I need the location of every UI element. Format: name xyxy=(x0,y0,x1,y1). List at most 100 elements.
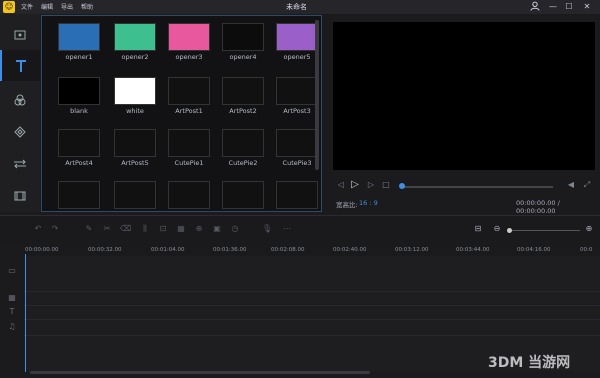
audio-track[interactable] xyxy=(24,320,600,336)
library-scrollbar[interactable] xyxy=(315,20,319,170)
library-tile[interactable]: CutePie3 xyxy=(274,129,320,177)
tile-name: white xyxy=(126,107,144,115)
tile-thumbnail xyxy=(276,181,318,209)
library-tile[interactable]: opener2 xyxy=(112,23,158,71)
tile-name: ArtPost1 xyxy=(175,107,203,115)
edit-icon[interactable]: ✎ xyxy=(84,224,94,234)
timecode-display: 00:00:00.00 / 00:00:00.00 xyxy=(516,199,560,215)
library-tile[interactable] xyxy=(220,181,266,211)
tile-thumbnail xyxy=(58,77,100,105)
stop-icon[interactable]: □ xyxy=(381,180,391,190)
duration-icon[interactable]: ◷ xyxy=(230,224,240,234)
timeline-horizontal-scrollbar[interactable] xyxy=(30,371,370,374)
seek-handle[interactable] xyxy=(399,183,405,189)
menu-help[interactable]: 帮助 xyxy=(81,2,93,11)
maximize-button[interactable]: ☐ xyxy=(563,1,575,13)
ruler-tick-label: 00:02:40.00 xyxy=(333,247,367,253)
tile-name: ArtPost2 xyxy=(229,107,257,115)
volume-icon[interactable]: ◀ xyxy=(566,180,576,190)
ruler-tick-label: 00:02:08.00 xyxy=(271,247,305,253)
overlay-track[interactable] xyxy=(24,292,600,306)
voiceover-icon[interactable]: 🎙 xyxy=(262,224,272,234)
tile-name: CutePie1 xyxy=(174,159,204,167)
filters-tab-icon[interactable] xyxy=(0,84,40,115)
zoom-out-icon[interactable]: ⊖ xyxy=(492,224,502,234)
text-library-panel: opener1 opener2 opener3 opener4 opener5 blank… xyxy=(41,15,322,212)
ruler-tick-label: 00:03:44.00 xyxy=(456,247,490,253)
overlay-track-icon: ▦ xyxy=(8,293,16,302)
ruler-tick-label: 00:04:16.00 xyxy=(517,247,551,253)
video-track[interactable] xyxy=(24,256,600,292)
fit-timeline-icon[interactable]: ⊟ xyxy=(473,224,483,234)
library-tile[interactable] xyxy=(274,181,320,211)
user-icon[interactable] xyxy=(529,1,541,13)
ruler-tick-label: 00:01:04.00 xyxy=(151,247,185,253)
library-tile[interactable]: ArtPost2 xyxy=(220,77,266,125)
tile-thumbnail xyxy=(276,77,318,105)
next-frame-icon[interactable]: ▷ xyxy=(366,180,376,190)
watermark-logo: 3DM 当游网 xyxy=(488,355,571,371)
elements-tab-icon[interactable] xyxy=(0,180,40,211)
mosaic-icon[interactable]: ▦ xyxy=(176,224,186,234)
tile-thumbnail xyxy=(114,23,156,51)
zoom-in-icon[interactable]: ⊕ xyxy=(584,224,594,234)
ruler-tick-label: 00:00:00.00 xyxy=(25,247,59,253)
split-icon[interactable]: ⫼ xyxy=(140,224,150,234)
freeze-icon[interactable]: ▣ xyxy=(212,224,222,234)
delete-icon[interactable]: ⌫ xyxy=(120,224,131,234)
tile-thumbnail xyxy=(58,23,100,51)
seek-bar[interactable] xyxy=(401,186,553,188)
tile-name: blank xyxy=(70,107,88,115)
menu-file[interactable]: 文件 xyxy=(21,2,33,11)
library-tile[interactable]: CutePie2 xyxy=(220,129,266,177)
ruler-tick-label: 00:0 xyxy=(580,247,593,253)
redo-icon[interactable]: ↷ xyxy=(50,224,60,234)
library-tile[interactable]: ArtPost1 xyxy=(166,77,212,125)
menu-export[interactable]: 导出 xyxy=(61,2,73,11)
more-icon[interactable]: ⋯ xyxy=(282,224,292,234)
tile-thumbnail xyxy=(114,77,156,105)
zoom-clip-icon[interactable]: ⊕ xyxy=(194,224,204,234)
library-tile[interactable]: ArtPost5 xyxy=(112,129,158,177)
minimize-button[interactable]: — xyxy=(547,1,559,13)
library-tile[interactable]: opener4 xyxy=(220,23,266,71)
menu-edit[interactable]: 编辑 xyxy=(41,2,53,11)
aspect-ratio-value[interactable]: 16 : 9 xyxy=(359,199,378,207)
overlays-tab-icon[interactable] xyxy=(0,116,40,147)
tile-name: CutePie3 xyxy=(282,159,312,167)
tile-thumbnail xyxy=(114,129,156,157)
library-tile[interactable]: white xyxy=(112,77,158,125)
tile-thumbnail xyxy=(168,129,210,157)
undo-icon[interactable]: ↶ xyxy=(33,224,43,234)
media-tab-icon[interactable] xyxy=(0,19,40,50)
library-tile[interactable]: opener5 xyxy=(274,23,320,71)
zoom-slider-handle[interactable] xyxy=(507,228,512,233)
play-icon[interactable]: ▷ xyxy=(350,180,360,190)
playhead[interactable] xyxy=(25,254,26,372)
tile-name: ArtPost5 xyxy=(121,159,149,167)
zoom-slider[interactable] xyxy=(508,230,580,231)
tile-thumbnail xyxy=(58,129,100,157)
aspect-ratio-label: 宽高比: xyxy=(336,201,358,209)
crop-icon[interactable]: ⊡ xyxy=(158,224,168,234)
library-tile[interactable]: ArtPost3 xyxy=(274,77,320,125)
ruler-tick-label: 00:00:32.00 xyxy=(88,247,122,253)
video-track-icon: ▭ xyxy=(8,266,16,275)
transitions-tab-icon[interactable] xyxy=(0,148,40,179)
tile-thumbnail xyxy=(276,23,318,51)
tile-name: opener5 xyxy=(283,53,311,61)
cut-icon[interactable]: ✂ xyxy=(102,224,112,234)
library-tile[interactable] xyxy=(166,181,212,211)
library-tile[interactable] xyxy=(112,181,158,211)
library-tile[interactable]: CutePie1 xyxy=(166,129,212,177)
library-tile[interactable]: ArtPost4 xyxy=(56,129,102,177)
library-tile[interactable]: opener1 xyxy=(56,23,102,71)
close-button[interactable]: ✕ xyxy=(581,1,593,13)
text-tab-icon[interactable] xyxy=(0,50,40,81)
library-tile[interactable] xyxy=(56,181,102,211)
fullscreen-icon[interactable]: ⤢ xyxy=(582,180,592,190)
prev-frame-icon[interactable]: ◁ xyxy=(336,180,346,190)
text-track[interactable] xyxy=(24,306,600,320)
library-tile[interactable]: opener3 xyxy=(166,23,212,71)
library-tile[interactable]: blank xyxy=(56,77,102,125)
